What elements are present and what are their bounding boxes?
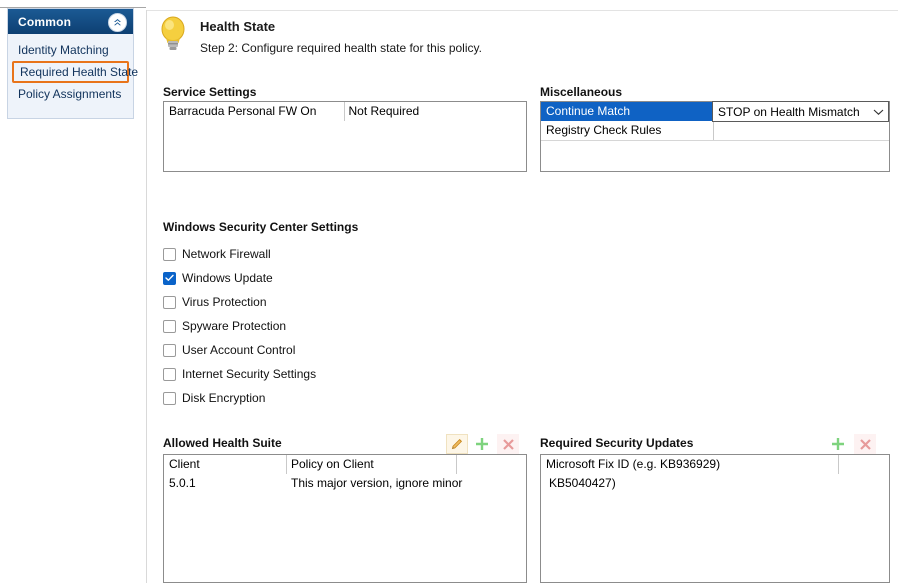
checkbox-user-account-control[interactable]: User Account Control [163, 341, 295, 359]
health-mismatch-dropdown[interactable]: STOP on Health Mismatch [712, 101, 889, 122]
lightbulb-icon [157, 14, 189, 54]
service-name-cell: Barracuda Personal FW On [169, 104, 317, 118]
service-settings-listbox[interactable]: Barracuda Personal FW On Not Required [163, 101, 527, 172]
checkbox-disk-encryption[interactable]: Disk Encryption [163, 389, 265, 407]
checkbox-box[interactable] [163, 271, 176, 285]
table-row[interactable]: 5.0.1 This major version, ignore minor [164, 474, 526, 493]
update-cell: KB5040427) [549, 476, 616, 490]
row-divider [541, 140, 889, 141]
checkbox-label: Network Firewall [182, 247, 271, 261]
policy-cell: This major version, ignore minor [291, 476, 463, 490]
checkbox-box[interactable] [163, 367, 176, 381]
checkbox-box[interactable] [163, 391, 176, 405]
sidebar-items: Identity Matching Required Health State … [8, 34, 138, 105]
checkbox-internet-security-settings[interactable]: Internet Security Settings [163, 365, 316, 383]
sidebar-item-label: Identity Matching [18, 43, 109, 57]
checkbox-box[interactable] [163, 247, 176, 261]
page-title: Health State [200, 19, 276, 34]
service-value-cell: Not Required [348, 104, 420, 118]
sidebar-item-label: Required Health State [20, 65, 139, 79]
windows-security-center-label: Windows Security Center Settings [163, 220, 359, 234]
checkbox-box[interactable] [163, 295, 176, 309]
miscellaneous-label: Miscellaneous [540, 85, 623, 99]
dropdown-value: STOP on Health Mismatch [718, 104, 860, 119]
checkbox-network-firewall[interactable]: Network Firewall [163, 245, 271, 263]
sidebar-header: Common [8, 9, 133, 34]
sidebar-item-identity-matching[interactable]: Identity Matching [8, 39, 133, 61]
column-header-client: Client [169, 457, 200, 471]
column-divider [344, 102, 345, 121]
checkbox-label: Windows Update [182, 271, 273, 285]
allowed-health-suite-listbox[interactable]: Client Policy on Client 5.0.1 This major… [163, 454, 527, 583]
column-header-policy-on-client: Policy on Client [291, 457, 374, 471]
table-row[interactable]: Barracuda Personal FW On Not Required [164, 102, 526, 121]
checkbox-spyware-protection[interactable]: Spyware Protection [163, 317, 286, 335]
delete-icon[interactable] [854, 434, 876, 454]
checkbox-label: Internet Security Settings [182, 367, 317, 381]
checkbox-box[interactable] [163, 319, 176, 333]
misc-name-cell: Continue Match [546, 104, 631, 118]
sidebar-header-title: Common [18, 14, 72, 29]
sidebar-item-required-health-state[interactable]: Required Health State [12, 61, 138, 83]
checkbox-label: Spyware Protection [182, 319, 287, 333]
delete-icon[interactable] [497, 434, 519, 454]
sidebar: Common Identity Matching Required Health… [7, 8, 138, 119]
table-row[interactable]: KB5040427) [541, 474, 889, 493]
sidebar-item-label: Policy Assignments [18, 87, 122, 101]
column-divider [838, 455, 839, 474]
table-row[interactable]: Microsoft Fix ID (e.g. KB936929) [541, 455, 889, 474]
column-divider [713, 121, 714, 140]
allowed-health-suite-label: Allowed Health Suite [163, 436, 282, 450]
required-security-updates-label: Required Security Updates [540, 436, 694, 450]
table-row[interactable]: Registry Check Rules [541, 121, 889, 140]
column-divider [456, 455, 457, 474]
required-security-updates-listbox[interactable]: Microsoft Fix ID (e.g. KB936929) KB50404… [540, 454, 890, 583]
checkbox-box[interactable] [163, 343, 176, 357]
table-header-row: Client Policy on Client [164, 455, 526, 474]
add-icon[interactable] [471, 434, 493, 454]
edit-icon[interactable] [446, 434, 468, 454]
client-cell: 5.0.1 [169, 476, 196, 490]
page-header: Health State Step 2: Configure required … [152, 11, 852, 63]
page-subtitle: Step 2: Configure required health state … [200, 41, 482, 55]
checkbox-virus-protection[interactable]: Virus Protection [163, 293, 267, 311]
checkbox-label: Disk Encryption [182, 391, 266, 405]
checkbox-label: User Account Control [182, 343, 296, 357]
checkbox-label: Virus Protection [182, 295, 267, 309]
column-divider [286, 455, 287, 474]
double-chevron-up-icon[interactable] [108, 13, 127, 32]
update-cell: Microsoft Fix ID (e.g. KB936929) [546, 457, 721, 471]
service-settings-label: Service Settings [163, 85, 257, 99]
chevron-down-icon[interactable] [868, 108, 888, 116]
misc-name-cell: Registry Check Rules [546, 123, 662, 137]
main-content: Health State Step 2: Configure required … [147, 11, 898, 583]
checkbox-windows-update[interactable]: Windows Update [163, 269, 273, 287]
add-icon[interactable] [827, 434, 849, 454]
sidebar-item-policy-assignments[interactable]: Policy Assignments [8, 83, 133, 105]
